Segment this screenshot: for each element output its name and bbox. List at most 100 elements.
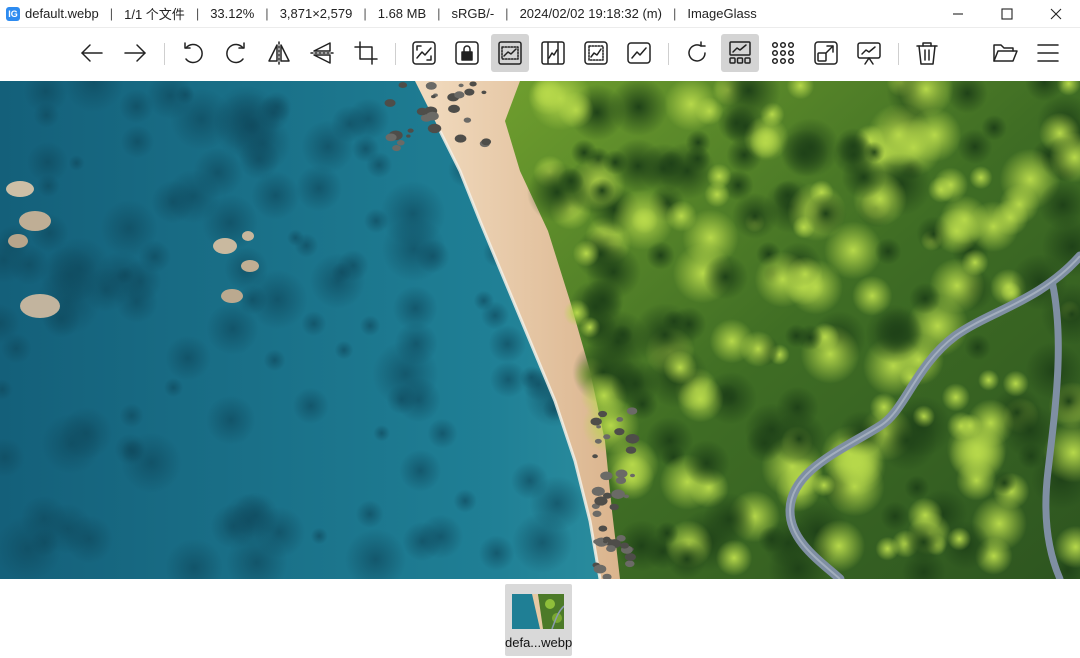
tree-crown [602,149,628,175]
title-separator: | [109,6,114,21]
rock [481,90,487,95]
scale-to-fit-button[interactable] [577,34,615,72]
flip-vertical-button[interactable] [303,34,341,72]
lock-zoom-icon [455,41,479,65]
tree-crown [961,249,989,277]
reef-patch [519,365,544,390]
reef-patch [427,418,458,449]
fullscreen-button[interactable] [807,34,845,72]
minimize-button[interactable] [933,0,982,28]
reef-patch [116,266,134,285]
rock [615,476,627,485]
main-menu-button[interactable] [1029,34,1067,72]
reef-patch [36,174,60,198]
tree-crown [526,162,588,223]
title-filename: default.webp [25,6,99,21]
fullscreen-icon [814,41,838,65]
rock [598,410,608,418]
rock [598,527,604,531]
toolbar-divider [898,43,899,65]
refresh-button[interactable] [678,34,716,72]
reef-patch [206,395,256,445]
reef-patch [119,403,144,428]
crop-icon [354,41,378,65]
tree-crown [715,539,753,577]
tree-crown [874,237,902,265]
rotate-right-button[interactable] [217,34,255,72]
reef-patch [206,302,260,356]
tree-crown [677,375,724,423]
reef-patch [529,475,585,532]
rock [606,545,616,552]
window-controls [933,0,1080,28]
refresh-icon [688,41,706,62]
rock [626,407,638,415]
thumbnail-item[interactable]: defa...webp [505,584,572,656]
reef-patch [292,387,329,425]
rotate-left-button[interactable] [174,34,212,72]
tree-crown [991,199,1029,236]
title-dimensions: 3,871×2,579 [279,6,353,21]
tree-crown [880,501,910,532]
toggle-gallery-button[interactable] [721,34,759,72]
close-button[interactable] [1031,0,1080,28]
slideshow-button[interactable] [850,34,888,72]
title-colorspace: sRGB/- [451,6,495,21]
tree-crown [941,383,970,412]
reef-patch [365,151,393,179]
scale-to-width-icon [498,41,522,65]
rock [629,473,636,478]
reef-patch [373,424,391,442]
crop-button[interactable] [347,34,385,72]
rotate-ccw-icon [184,42,203,64]
imageglass-window: IG default.webp | 1/1 个文件 | 33.12% | 3,8… [0,0,1080,658]
reef-patch [478,535,515,572]
title-bar[interactable]: IG default.webp | 1/1 个文件 | 33.12% | 3,8… [0,0,1080,28]
flip-vertical-icon [310,42,334,64]
tree-crown [665,200,697,232]
tree-crown [704,181,730,208]
scale-to-width-button[interactable] [491,34,529,72]
title-separator: | [195,6,200,21]
rock [406,134,411,138]
tree-crown [702,492,756,546]
rock [616,417,624,422]
thumbnail-grid-button[interactable] [764,34,802,72]
reef-patch [473,290,495,311]
rock [614,428,625,436]
tree-crown [787,256,824,293]
reef-patch [165,335,211,381]
flip-horizontal-button[interactable] [260,34,298,72]
tree-crown [978,369,1000,391]
reef-patch [301,311,327,337]
maximize-button[interactable] [982,0,1031,28]
rock [590,417,602,426]
rock [454,91,465,99]
close-icon [1050,8,1061,20]
tree-crown [749,126,782,159]
auto-zoom-button[interactable] [405,34,443,72]
lock-zoom-button[interactable] [448,34,486,72]
title-separator: | [672,6,677,21]
tree-crown [589,178,615,204]
rock [407,128,414,133]
tree-crown [867,103,931,167]
reef-patch [120,125,154,159]
image-viewer[interactable] [0,81,1080,579]
tree-crown [805,192,847,235]
scale-to-height-button[interactable] [534,34,572,72]
reef-patch [359,315,381,337]
rock [385,133,397,142]
tree-crown [582,396,640,454]
scale-to-fill-button[interactable] [620,34,658,72]
rock [464,88,475,96]
previous-image-button[interactable] [73,34,111,72]
tree-crown [557,91,594,129]
title-separator: | [265,6,269,21]
open-file-button[interactable] [986,34,1024,72]
tree-crown [875,536,900,561]
next-image-button[interactable] [116,34,154,72]
reef-patch [355,500,384,529]
folder-open-icon [993,44,1018,62]
delete-button[interactable] [908,34,946,72]
